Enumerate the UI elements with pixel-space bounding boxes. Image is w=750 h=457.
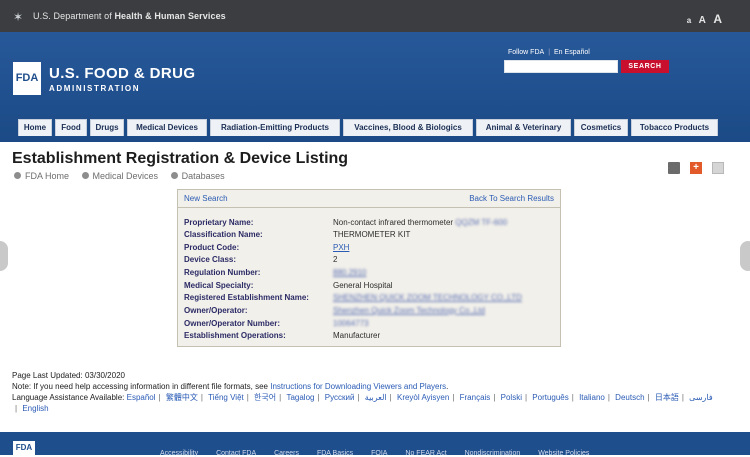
site-header: FDA U.S. FOOD & DRUG ADMINISTRATION Foll…	[0, 32, 750, 142]
lang-link[interactable]: Italiano	[579, 393, 605, 402]
product-code-link[interactable]: PXH	[333, 243, 349, 252]
lang-link[interactable]: فارسی	[689, 393, 713, 402]
main-content: Establishment Registration & Device List…	[0, 142, 750, 432]
lang-link[interactable]: Tagalog	[286, 393, 314, 402]
lang-link[interactable]: 日本語	[655, 393, 679, 402]
footer-links: Accessibility Contact FDA Careers FDA Ba…	[160, 450, 605, 457]
breadcrumb: FDA Home Medical Devices Databases	[14, 171, 235, 181]
establishment-name-link[interactable]: SHENZHEN QUICK ZOOM TECHNOLOGY CO.,LTD	[333, 293, 522, 302]
search-input[interactable]	[504, 60, 618, 73]
lang-link[interactable]: Français	[460, 393, 491, 402]
owner-operator-link[interactable]: Shenzhen Quick Zoom Technology Co.,Ltd	[333, 306, 485, 315]
footer-link[interactable]: Website Policies	[538, 450, 589, 457]
hhs-eagle-icon[interactable]: ✶	[13, 10, 27, 24]
lang-link[interactable]: Tiếng Việt	[208, 393, 244, 402]
regulation-number-link[interactable]: 880.2910	[333, 268, 366, 277]
tab-tobacco-products[interactable]: Tobacco Products	[631, 119, 718, 136]
viewers-players-link[interactable]: Instructions for Downloading Viewers and…	[270, 382, 446, 391]
footer-link[interactable]: Contact FDA	[216, 450, 256, 457]
lang-link[interactable]: العربية	[365, 393, 387, 402]
file-format-note: Note: If you need help accessing informa…	[12, 382, 449, 391]
tab-animal-veterinary[interactable]: Animal & Veterinary	[476, 119, 571, 136]
footer-link[interactable]: FDA Basics	[317, 450, 353, 457]
tab-drugs[interactable]: Drugs	[90, 119, 124, 136]
hhs-topbar: ✶ U.S. Department of Health & Human Serv…	[0, 0, 750, 32]
language-assistance: Language Assistance Available: Español | …	[12, 393, 713, 413]
footer-link[interactable]: FOIA	[371, 450, 387, 457]
en-espanol-link[interactable]: En Español	[554, 49, 590, 56]
lang-link[interactable]: English	[22, 404, 48, 413]
bullet-icon	[81, 172, 89, 179]
hhs-link[interactable]: U.S. Department of Health & Human Servic…	[33, 11, 226, 21]
header-links: Follow FDA | En Español	[508, 49, 590, 56]
breadcrumb-medical-devices[interactable]: Medical Devices	[81, 171, 158, 181]
page-scroll-right-handle[interactable]	[740, 241, 750, 271]
page-footer-notes: Page Last Updated: 03/30/2020 Note: If y…	[12, 370, 732, 414]
tab-cosmetics[interactable]: Cosmetics	[574, 119, 628, 136]
back-to-results-link[interactable]: Back To Search Results	[469, 194, 554, 203]
brand-line-2: ADMINISTRATION	[49, 84, 141, 93]
lang-link[interactable]: 繁體中文	[166, 393, 198, 402]
footer-link[interactable]: No FEAR Act	[405, 450, 446, 457]
footer-link[interactable]: Careers	[274, 450, 299, 457]
page-scroll-left-handle[interactable]	[0, 241, 8, 271]
breadcrumb-databases[interactable]: Databases	[170, 171, 225, 181]
text-size-medium[interactable]: A	[699, 15, 706, 26]
tab-home[interactable]: Home	[18, 119, 52, 136]
breadcrumb-fda-home[interactable]: FDA Home	[14, 171, 69, 181]
text-size-controls: a A A	[684, 10, 722, 28]
lang-link[interactable]: Русский	[325, 393, 355, 402]
lang-link[interactable]: Kreyòl Ayisyen	[397, 393, 449, 402]
text-size-large[interactable]: A	[713, 12, 722, 26]
tab-vaccines-blood-biologics[interactable]: Vaccines, Blood & Biologics	[343, 119, 473, 136]
search-button[interactable]: SEARCH	[621, 60, 669, 73]
bullet-icon	[14, 172, 21, 179]
page-title: Establishment Registration & Device List…	[12, 150, 349, 167]
bullet-icon	[170, 172, 178, 179]
print-icon[interactable]	[668, 162, 680, 174]
lang-link[interactable]: Polski	[501, 393, 522, 402]
follow-fda-link[interactable]: Follow FDA	[508, 49, 544, 56]
new-search-link[interactable]: New Search	[184, 194, 228, 203]
lang-link[interactable]: 한국어	[254, 393, 276, 402]
footer-link[interactable]: Nondiscrimination	[465, 450, 521, 457]
lang-link[interactable]: Español	[127, 393, 156, 402]
footer-fda-logo[interactable]: FDA	[13, 441, 35, 455]
tab-radiation-emitting-products[interactable]: Radiation-Emitting Products	[210, 119, 340, 136]
tab-medical-devices[interactable]: Medical Devices	[127, 119, 207, 136]
site-footer: FDA Accessibility Contact FDA Careers FD…	[0, 432, 750, 457]
share-plus-icon[interactable]: +	[690, 162, 702, 174]
text-size-small[interactable]: a	[687, 16, 691, 25]
footer-link[interactable]: Accessibility	[160, 450, 198, 457]
panel-toolbar: New Search Back To Search Results	[178, 190, 560, 208]
lang-link[interactable]: Português	[532, 393, 568, 402]
email-icon[interactable]	[712, 162, 724, 174]
tab-food[interactable]: Food	[55, 119, 87, 136]
lang-link[interactable]: Deutsch	[615, 393, 644, 402]
device-details-panel: New Search Back To Search Results Propri…	[177, 189, 561, 347]
last-updated: Page Last Updated: 03/30/2020	[12, 371, 125, 380]
brand-line-1[interactable]: U.S. FOOD & DRUG	[49, 65, 195, 82]
fda-logo[interactable]: FDA	[13, 62, 41, 95]
